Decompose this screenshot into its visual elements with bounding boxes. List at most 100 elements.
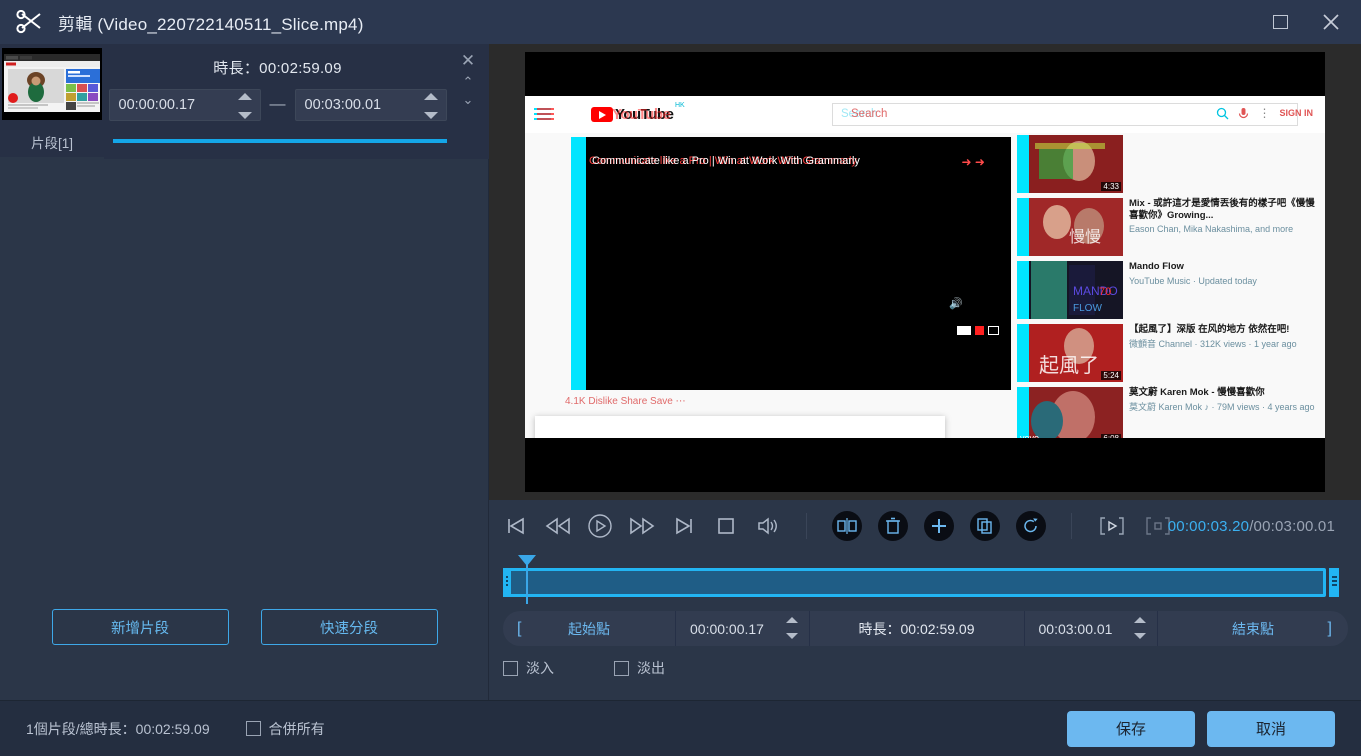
- add-button[interactable]: [924, 511, 954, 541]
- reset-button[interactable]: [1016, 511, 1046, 541]
- fade-out-checkbox[interactable]: 淡出: [614, 658, 665, 678]
- segment-actions: 新增片段 快速分段: [0, 609, 489, 645]
- move-clip-up-icon[interactable]: ⌃: [463, 75, 474, 88]
- clip-end-value[interactable]: 00:03:00.01: [296, 97, 408, 113]
- stepper-up-icon[interactable]: [785, 617, 798, 623]
- rewind-icon[interactable]: [545, 513, 571, 539]
- video-title: 【起風了】深版 在风的地方 依然在吧!: [1129, 324, 1290, 335]
- start-point-button[interactable]: [ 起始點: [503, 611, 675, 646]
- volume-icon[interactable]: [755, 513, 781, 539]
- video-title: Mando Flow: [1129, 261, 1184, 272]
- checkbox-icon[interactable]: [503, 660, 518, 676]
- clip-start-stepper[interactable]: [237, 93, 253, 119]
- stepper-up-icon[interactable]: [423, 93, 438, 100]
- end-time-stepper[interactable]: [1133, 617, 1147, 639]
- stepper-up-icon[interactable]: [237, 93, 252, 100]
- video-duration: 5:24: [1101, 371, 1121, 380]
- clip-time-range: 00:00:00.17 — 00:03:00.01: [105, 89, 450, 121]
- save-button[interactable]: 保存: [1067, 710, 1195, 747]
- scissors-icon: [14, 9, 48, 35]
- timeline[interactable]: [503, 555, 1348, 604]
- maximize-button[interactable]: [1259, 0, 1301, 44]
- duration-value: 00:02:59.09: [900, 620, 975, 637]
- end-time-field[interactable]: 00:03:00.01: [1025, 611, 1158, 646]
- video-thumbnail: 慢慢: [1017, 198, 1123, 256]
- clip-range-bar[interactable]: [113, 139, 447, 143]
- clip-start-value[interactable]: 00:00:00.17: [110, 97, 222, 113]
- duration-text: 時長：00:02:59.09: [810, 619, 1024, 639]
- timeline-handle-right[interactable]: [1329, 568, 1339, 597]
- video-title: Mix - 或許這才是愛情丟後有的樣子吧《慢慢喜歡你》Growing...: [1129, 198, 1315, 221]
- clip-details: 時長：00:02:59.09 00:00:00.17 — 00:03:00.01: [105, 44, 450, 157]
- fade-in-checkbox[interactable]: 淡入: [503, 658, 554, 678]
- clip-thumbnail[interactable]: [2, 48, 102, 120]
- add-segment-button[interactable]: 新增片段: [51, 609, 229, 645]
- captions-icon[interactable]: [957, 326, 971, 335]
- microphone-icon[interactable]: [1238, 107, 1249, 120]
- merge-all-checkbox[interactable]: 合併所有: [245, 719, 325, 739]
- clip-row[interactable]: 片段[1] 時長：00:02:59.09 00:00:00.17 — 00:03…: [0, 44, 489, 159]
- list-item[interactable]: vevo 6:08 莫文蔚 Karen Mok - 慢慢喜歡你 莫文蔚 Kare…: [1017, 387, 1317, 438]
- stepper-down-icon[interactable]: [237, 112, 252, 119]
- timecode-display: 00:00:03.20/00:03:00.01: [1168, 518, 1335, 535]
- video-preview[interactable]: YouTube YouTube HK Search Search ⋮ SIGN …: [489, 44, 1361, 500]
- clip-duration-line: 時長：00:02:59.09: [105, 44, 450, 78]
- remove-clip-icon[interactable]: ✕: [461, 52, 475, 69]
- volume-icon[interactable]: 🔊: [949, 297, 963, 310]
- fade-in-label: 淡入: [526, 660, 554, 676]
- video-thumbnail: 4:33: [1017, 135, 1123, 193]
- start-time-field[interactable]: 00:00:00.17: [676, 611, 809, 646]
- duration-display: 時長：00:02:59.09: [810, 611, 1024, 646]
- preview-selection-button[interactable]: [1097, 514, 1127, 538]
- more-options-icon[interactable]: ⋮: [1258, 106, 1270, 120]
- fade-options: 淡入 淡出: [503, 658, 665, 678]
- fast-forward-icon[interactable]: [629, 513, 655, 539]
- list-item[interactable]: 起風了 5:24 【起風了】深版 在风的地方 依然在吧! 微顫音 Channel…: [1017, 324, 1317, 384]
- search-icon[interactable]: [1216, 107, 1229, 120]
- stop-icon[interactable]: [713, 513, 739, 539]
- clip-start-field[interactable]: 00:00:00.17: [108, 89, 261, 121]
- trim-controls: [ 起始點 00:00:00.17 時長：00:02:59.09 00:03:0…: [503, 611, 1348, 646]
- sign-in-button[interactable]: SIGN IN: [1279, 108, 1313, 118]
- split-button[interactable]: [832, 511, 862, 541]
- video-subtitle: 微顫音 Channel · 312K views · 1 year ago: [1129, 338, 1297, 349]
- delete-button[interactable]: [878, 511, 908, 541]
- clip-duration-label: 時長：: [213, 60, 260, 77]
- move-clip-down-icon[interactable]: ⌄: [463, 93, 474, 106]
- skip-to-start-icon[interactable]: [503, 513, 529, 539]
- duplicate-button[interactable]: [970, 511, 1000, 541]
- video-frame: YouTube YouTube HK Search Search ⋮ SIGN …: [525, 52, 1325, 492]
- stepper-up-icon[interactable]: [1134, 617, 1146, 623]
- close-button[interactable]: [1301, 0, 1361, 44]
- checkbox-icon[interactable]: [245, 721, 261, 736]
- list-item[interactable]: 慢慢 Mix - 或許這才是愛情丟後有的樣子吧《慢慢喜歡你》Growing...…: [1017, 198, 1317, 258]
- end-time-value[interactable]: 00:03:00.01: [1025, 621, 1113, 637]
- list-item[interactable]: MANDO FLOW 70 Mando Flow YouTube Music ·…: [1017, 261, 1317, 321]
- settings-icon[interactable]: [975, 326, 984, 335]
- svg-text:FLOW: FLOW: [1073, 303, 1102, 314]
- video-trim-dialog: 剪輯 (Video_220722140511_Slice.mp4) 片段[1] …: [0, 0, 1361, 756]
- svg-text:vevo: vevo: [1020, 433, 1039, 438]
- skip-to-end-icon[interactable]: [671, 513, 697, 539]
- quick-split-button[interactable]: 快速分段: [260, 609, 438, 645]
- timeline-track[interactable]: [508, 568, 1326, 597]
- start-time-value[interactable]: 00:00:00.17: [676, 621, 764, 637]
- end-point-button[interactable]: 結束點 ]: [1158, 611, 1348, 646]
- checkbox-icon[interactable]: [614, 660, 629, 676]
- youtube-video-player[interactable]: Communicate like a Pro | Win at Work Wit…: [571, 137, 1011, 390]
- menu-icon: [534, 108, 554, 121]
- search-placeholder: Search: [851, 108, 888, 120]
- stepper-down-icon[interactable]: [423, 112, 438, 119]
- play-icon[interactable]: [587, 513, 613, 539]
- stepper-down-icon[interactable]: [1134, 633, 1146, 639]
- clip-end-stepper[interactable]: [423, 93, 439, 119]
- stepper-down-icon[interactable]: [785, 633, 798, 639]
- cancel-button[interactable]: 取消: [1207, 710, 1335, 747]
- fullscreen-icon[interactable]: [988, 326, 999, 335]
- list-item[interactable]: 4:33 You're signed out of YouTube Sign i…: [1017, 135, 1317, 195]
- start-time-stepper[interactable]: [785, 617, 799, 639]
- playhead-line[interactable]: [526, 558, 528, 604]
- clip-end-field[interactable]: 00:03:00.01: [294, 89, 447, 121]
- clip-selection-indicator: [0, 157, 104, 159]
- titlebar: 剪輯 (Video_220722140511_Slice.mp4): [0, 0, 1361, 44]
